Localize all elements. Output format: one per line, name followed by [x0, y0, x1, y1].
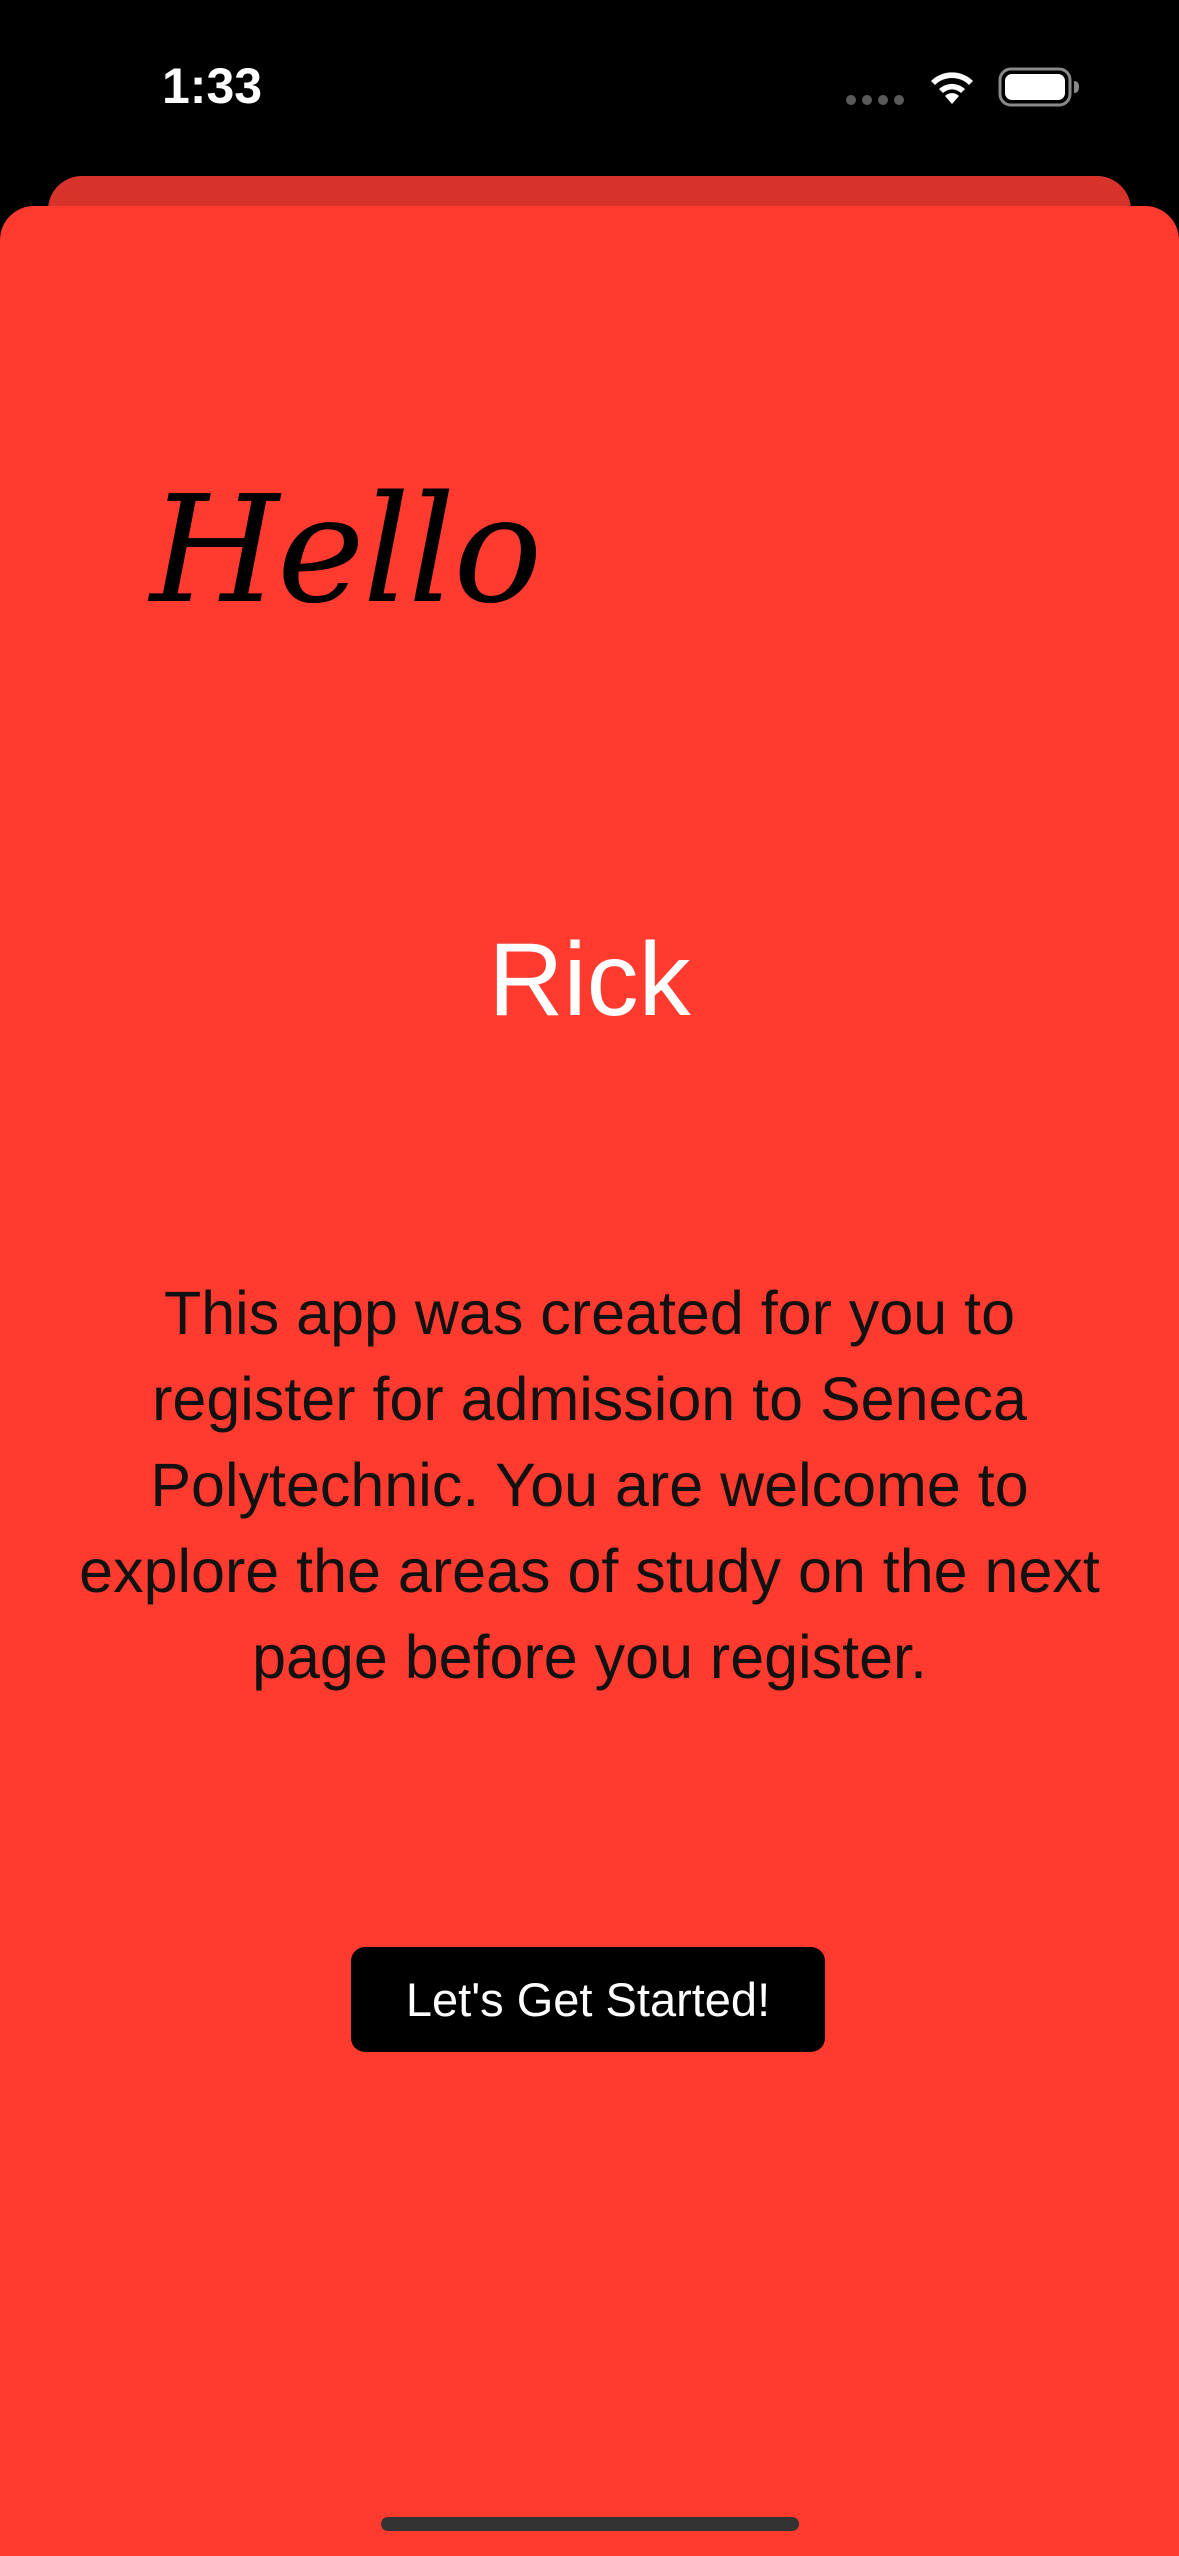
status-time: 1:33: [162, 58, 263, 114]
greeting-title: Hello: [150, 464, 542, 636]
wifi-icon: [931, 72, 973, 104]
home-indicator[interactable]: [381, 2517, 799, 2531]
intro-description: This app was created for you to register…: [79, 1279, 1100, 1691]
app-screen: 1:33 Hello Rick This app was created for…: [0, 0, 1179, 2556]
user-name: Rick: [488, 922, 691, 1038]
cellular-signal-icon: [846, 95, 906, 105]
get-started-button[interactable]: Let's Get Started!: [351, 1947, 825, 2052]
status-bar: 1:33: [0, 0, 1179, 170]
battery-icon: [998, 67, 1079, 107]
